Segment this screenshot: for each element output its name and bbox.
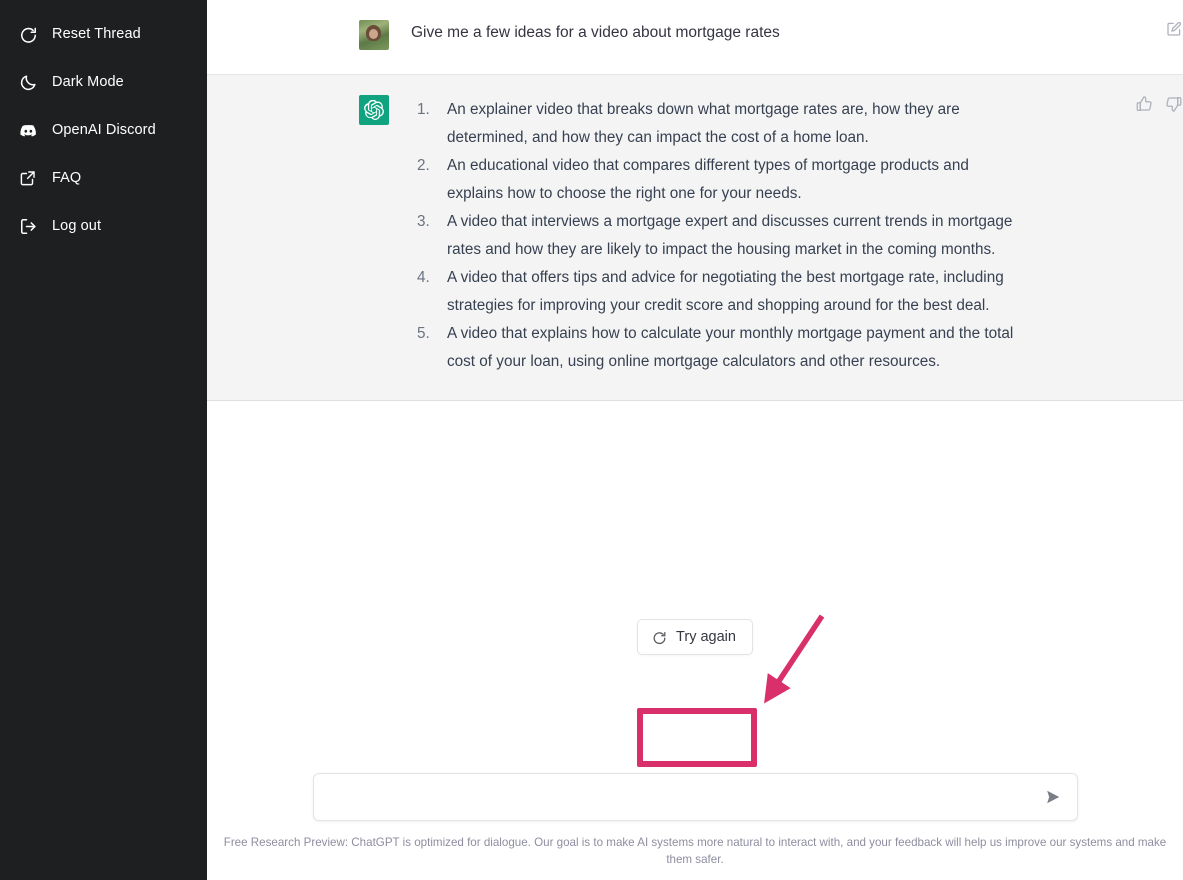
thumbs-down-icon[interactable] <box>1165 95 1183 113</box>
sidebar-item-faq[interactable]: FAQ <box>0 154 207 202</box>
user-photo-avatar <box>359 20 389 50</box>
list-item: A video that offers tips and advice for … <box>417 264 1004 314</box>
user-message-actions <box>1165 20 1183 38</box>
assistant-idea-list: An explainer video that breaks down what… <box>411 96 1023 376</box>
external-link-icon <box>18 168 38 188</box>
sidebar-item-log-out[interactable]: Log out <box>0 202 207 250</box>
sidebar-item-label: OpenAI Discord <box>52 121 156 138</box>
avatar <box>359 95 389 125</box>
main-chat-area: Give me a few ideas for a video about mo… <box>207 0 1183 880</box>
sidebar-item-openai-discord[interactable]: OpenAI Discord <box>0 106 207 154</box>
reset-thread-icon <box>18 24 38 44</box>
retry-row: Try again <box>207 619 1183 655</box>
try-again-button[interactable]: Try again <box>637 619 753 655</box>
edit-icon[interactable] <box>1165 20 1183 38</box>
thumbs-up-icon[interactable] <box>1135 95 1153 113</box>
send-icon[interactable] <box>1043 787 1063 807</box>
assistant-message-inner: An explainer video that breaks down what… <box>207 95 1183 376</box>
lower-region: Try again Free Research Preview: ChatGPT… <box>207 401 1183 880</box>
list-item: An educational video that compares diffe… <box>417 152 969 202</box>
chatgpt-app-window: Reset Thread Dark Mode OpenAI Discord FA… <box>0 0 1183 880</box>
list-item: A video that explains how to calculate y… <box>417 320 1014 370</box>
composer-row <box>207 773 1183 821</box>
user-message-body: Give me a few ideas for a video about mo… <box>411 20 1023 54</box>
list-item: A video that interviews a mortgage exper… <box>417 208 1013 258</box>
sidebar-item-reset-thread[interactable]: Reset Thread <box>0 10 207 58</box>
sidebar-item-label: Reset Thread <box>52 25 141 42</box>
user-message-text: Give me a few ideas for a video about mo… <box>411 24 780 41</box>
sidebar: Reset Thread Dark Mode OpenAI Discord FA… <box>0 0 207 880</box>
user-message-row: Give me a few ideas for a video about mo… <box>207 0 1183 75</box>
try-again-label: Try again <box>676 629 736 645</box>
moon-icon <box>18 72 38 92</box>
list-item: An explainer video that breaks down what… <box>417 96 960 146</box>
avatar <box>359 20 389 50</box>
sidebar-item-dark-mode[interactable]: Dark Mode <box>0 58 207 106</box>
sidebar-item-label: Dark Mode <box>52 73 124 90</box>
refresh-icon <box>652 630 667 645</box>
assistant-message-row: An explainer video that breaks down what… <box>207 75 1183 401</box>
assistant-feedback-actions <box>1135 95 1183 113</box>
user-message-inner: Give me a few ideas for a video about mo… <box>207 20 1183 54</box>
openai-logo-icon <box>359 95 389 125</box>
discord-icon <box>18 120 38 140</box>
logout-icon <box>18 216 38 236</box>
assistant-message-body: An explainer video that breaks down what… <box>411 95 1023 376</box>
sidebar-item-label: Log out <box>52 217 102 234</box>
message-composer[interactable] <box>312 773 1078 821</box>
footer-disclaimer: Free Research Preview: ChatGPT is optimi… <box>223 836 1167 866</box>
sidebar-item-label: FAQ <box>52 169 82 186</box>
message-input[interactable] <box>313 774 1077 820</box>
